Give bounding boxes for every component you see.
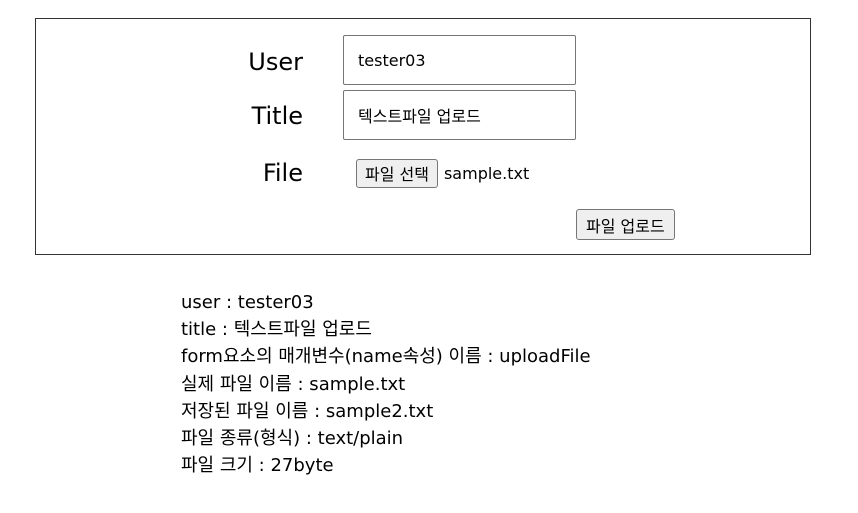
result-line-saved-name: 저장된 파일 이름 : sample2.txt [181,400,434,422]
title-label: Title [251,102,303,130]
file-label: File [262,159,303,187]
result-line-original-name: 실제 파일 이름 : sample.txt [181,373,406,395]
user-input[interactable] [343,35,576,85]
selected-file-name: sample.txt [443,163,530,183]
result-line-title: title : 텍스트파일 업로드 [181,319,372,341]
result-line-user: user : tester03 [181,292,314,313]
result-line-param-name: form요소의 매개변수(name속성) 이름 : uploadFile [181,346,591,368]
upload-form: User Title File 파일 선택 sample.txt 파일 업로드 [35,18,811,255]
title-input[interactable] [343,90,576,140]
upload-file-button[interactable]: 파일 업로드 [576,209,675,240]
choose-file-button[interactable]: 파일 선택 [356,158,438,188]
upload-result: user : tester03 title : 텍스트파일 업로드 form요소… [181,289,591,479]
result-line-content-type: 파일 종류(형식) : text/plain [181,428,404,450]
result-line-file-size: 파일 크기 : 27byte [181,455,334,477]
user-label: User [248,48,303,76]
file-picker: 파일 선택 sample.txt [356,158,529,188]
